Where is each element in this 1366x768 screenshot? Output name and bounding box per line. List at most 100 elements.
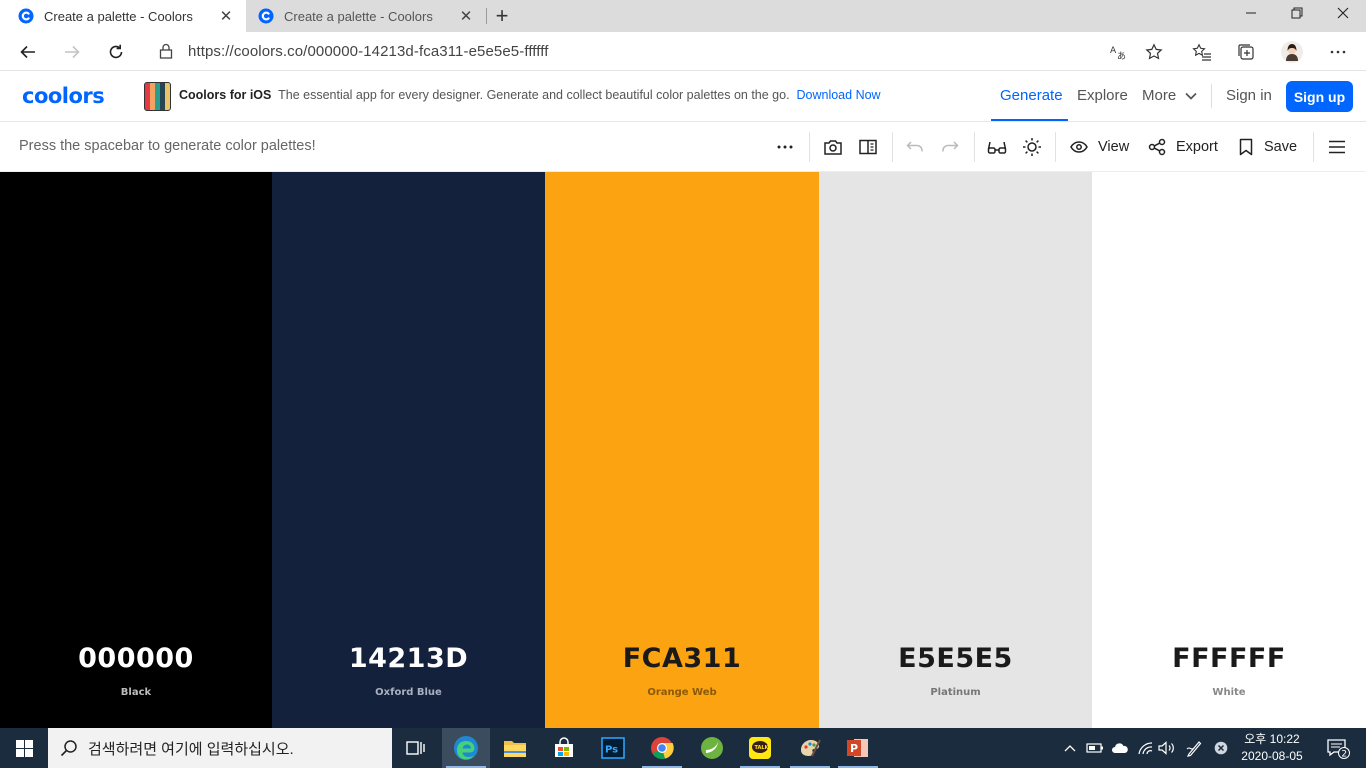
clock-date: 2020-08-05 xyxy=(1241,749,1303,763)
svg-text:あ: あ xyxy=(1117,51,1126,61)
task-view-icon[interactable] xyxy=(392,728,440,768)
svg-text:A: A xyxy=(1110,46,1117,56)
spacebar-hint: Press the spacebar to generate color pal… xyxy=(19,138,316,154)
ios-promo-banner: Coolors for iOS The essential app for ev… xyxy=(179,88,881,102)
back-button[interactable] xyxy=(12,36,44,68)
eye-icon xyxy=(1070,141,1088,153)
search-placeholder: 검색하려면 여기에 입력하십시오. xyxy=(88,740,294,758)
browser-tab-strip: Create a palette - Coolors ✕ Create a pa… xyxy=(0,0,1366,32)
swatch-color-name[interactable]: Black xyxy=(0,687,272,698)
color-swatch[interactable]: 000000 Black xyxy=(0,172,272,728)
redo-icon[interactable] xyxy=(941,134,959,160)
taskbar-clock[interactable]: 오후 10:22 2020-08-05 xyxy=(1232,731,1312,765)
close-window-button[interactable] xyxy=(1320,0,1366,26)
collections-icon[interactable] xyxy=(1232,38,1260,66)
minimize-window-button[interactable] xyxy=(1228,0,1274,26)
swatch-color-name[interactable]: White xyxy=(1092,687,1366,698)
url-text[interactable]: https://coolors.co/000000-14213d-fca311-… xyxy=(188,43,549,60)
color-swatch[interactable]: FCA311 Orange Web xyxy=(545,172,819,728)
sign-in-link[interactable]: Sign in xyxy=(1226,87,1272,104)
edge-icon[interactable] xyxy=(442,728,490,768)
side-panel-icon[interactable] xyxy=(858,134,878,160)
view-button[interactable]: View xyxy=(1070,134,1129,160)
glasses-icon[interactable] xyxy=(987,134,1007,160)
color-swatch[interactable]: 14213D Oxford Blue xyxy=(272,172,545,728)
swatch-hex-code[interactable]: 000000 xyxy=(0,643,272,674)
browser-toolbar: https://coolors.co/000000-14213d-fca311-… xyxy=(0,32,1366,71)
file-explorer-icon[interactable] xyxy=(491,728,539,768)
taskbar-search-box[interactable]: 검색하려면 여기에 입력하십시오. xyxy=(48,728,392,768)
start-button[interactable] xyxy=(0,728,48,768)
save-button[interactable]: Save xyxy=(1238,134,1297,160)
swatch-hex-code[interactable]: FFFFFF xyxy=(1092,643,1366,674)
nav-more-menu[interactable]: More xyxy=(1142,87,1197,104)
browser-tab-active[interactable]: Create a palette - Coolors ✕ xyxy=(0,0,246,32)
pen-workspace-icon[interactable] xyxy=(1182,728,1206,768)
swatch-hex-code[interactable]: E5E5E5 xyxy=(819,643,1092,674)
browser-tab-inactive[interactable]: Create a palette - Coolors ✕ xyxy=(246,0,486,32)
svg-text:P: P xyxy=(850,742,858,755)
refresh-button[interactable] xyxy=(100,36,132,68)
coolors-logo[interactable]: coolors xyxy=(22,84,105,108)
save-label: Save xyxy=(1264,139,1298,155)
download-now-link[interactable]: Download Now xyxy=(797,88,881,102)
hamburger-menu-icon[interactable] xyxy=(1328,134,1346,160)
restore-window-button[interactable] xyxy=(1274,0,1320,26)
toolbar-divider xyxy=(974,132,975,162)
powerpoint-icon[interactable]: P xyxy=(834,728,882,768)
view-label: View xyxy=(1098,139,1130,155)
swatch-hex-code[interactable]: 14213D xyxy=(272,643,545,674)
kakaotalk-icon[interactable]: TALK xyxy=(736,728,784,768)
address-bar[interactable]: https://coolors.co/000000-14213d-fca311-… xyxy=(146,36,1176,66)
clock-time: 오후 10:22 xyxy=(1244,732,1300,746)
nav-generate-link[interactable]: Generate xyxy=(1000,87,1063,104)
brightness-icon[interactable] xyxy=(1022,134,1042,160)
promo-title: Coolors for iOS xyxy=(179,88,272,102)
spring-tool-icon[interactable] xyxy=(688,728,736,768)
export-button[interactable]: Export xyxy=(1148,134,1218,160)
bookmark-icon xyxy=(1239,138,1253,156)
promo-text: The essential app for every designer. Ge… xyxy=(278,88,790,102)
paint-icon[interactable] xyxy=(786,728,834,768)
wifi-icon[interactable] xyxy=(1134,728,1156,768)
profile-avatar[interactable] xyxy=(1278,38,1306,66)
settings-more-icon[interactable] xyxy=(1324,38,1352,66)
coolors-favicon-icon xyxy=(258,8,274,24)
camera-icon[interactable] xyxy=(823,134,843,160)
tab-close-icon[interactable]: ✕ xyxy=(214,4,238,28)
swatch-color-name[interactable]: Orange Web xyxy=(545,687,819,698)
swatch-hex-code[interactable]: FCA311 xyxy=(545,643,819,674)
coolors-favicon-icon xyxy=(18,8,34,24)
undo-icon[interactable] xyxy=(906,134,924,160)
tab-close-icon[interactable]: ✕ xyxy=(454,4,478,28)
microsoft-store-icon[interactable] xyxy=(540,728,588,768)
color-swatch[interactable]: FFFFFF White xyxy=(1092,172,1366,728)
color-palette: 000000 Black 14213D Oxford Blue FCA311 O… xyxy=(0,172,1366,728)
more-options-icon[interactable] xyxy=(776,134,794,160)
swatch-color-name[interactable]: Platinum xyxy=(819,687,1092,698)
tray-close-circle-icon[interactable] xyxy=(1210,728,1232,768)
translate-icon[interactable]: Aあ xyxy=(1104,38,1132,66)
color-swatch[interactable]: E5E5E5 Platinum xyxy=(819,172,1092,728)
forward-button[interactable] xyxy=(56,36,88,68)
battery-icon[interactable] xyxy=(1084,728,1106,768)
palette-toolbar: Press the spacebar to generate color pal… xyxy=(0,122,1366,172)
swatch-color-name[interactable]: Oxford Blue xyxy=(272,687,545,698)
chrome-icon[interactable] xyxy=(638,728,686,768)
nav-explore-link[interactable]: Explore xyxy=(1077,87,1128,104)
sign-up-button[interactable]: Sign up xyxy=(1286,81,1353,112)
photoshop-icon[interactable]: Ps xyxy=(589,728,637,768)
favorites-list-icon[interactable] xyxy=(1188,38,1216,66)
chevron-down-icon xyxy=(1185,92,1197,100)
search-icon xyxy=(60,739,78,757)
new-tab-button[interactable]: + xyxy=(488,2,516,30)
show-hidden-icons-icon[interactable] xyxy=(1060,728,1080,768)
volume-icon[interactable] xyxy=(1156,728,1178,768)
lock-icon[interactable] xyxy=(156,41,176,61)
toolbar-divider xyxy=(892,132,893,162)
tab-divider xyxy=(486,8,487,24)
onedrive-cloud-icon[interactable] xyxy=(1108,728,1132,768)
favorite-star-icon[interactable] xyxy=(1140,38,1168,66)
ios-app-icon xyxy=(144,82,171,111)
action-center-icon[interactable]: 2 xyxy=(1318,728,1358,768)
